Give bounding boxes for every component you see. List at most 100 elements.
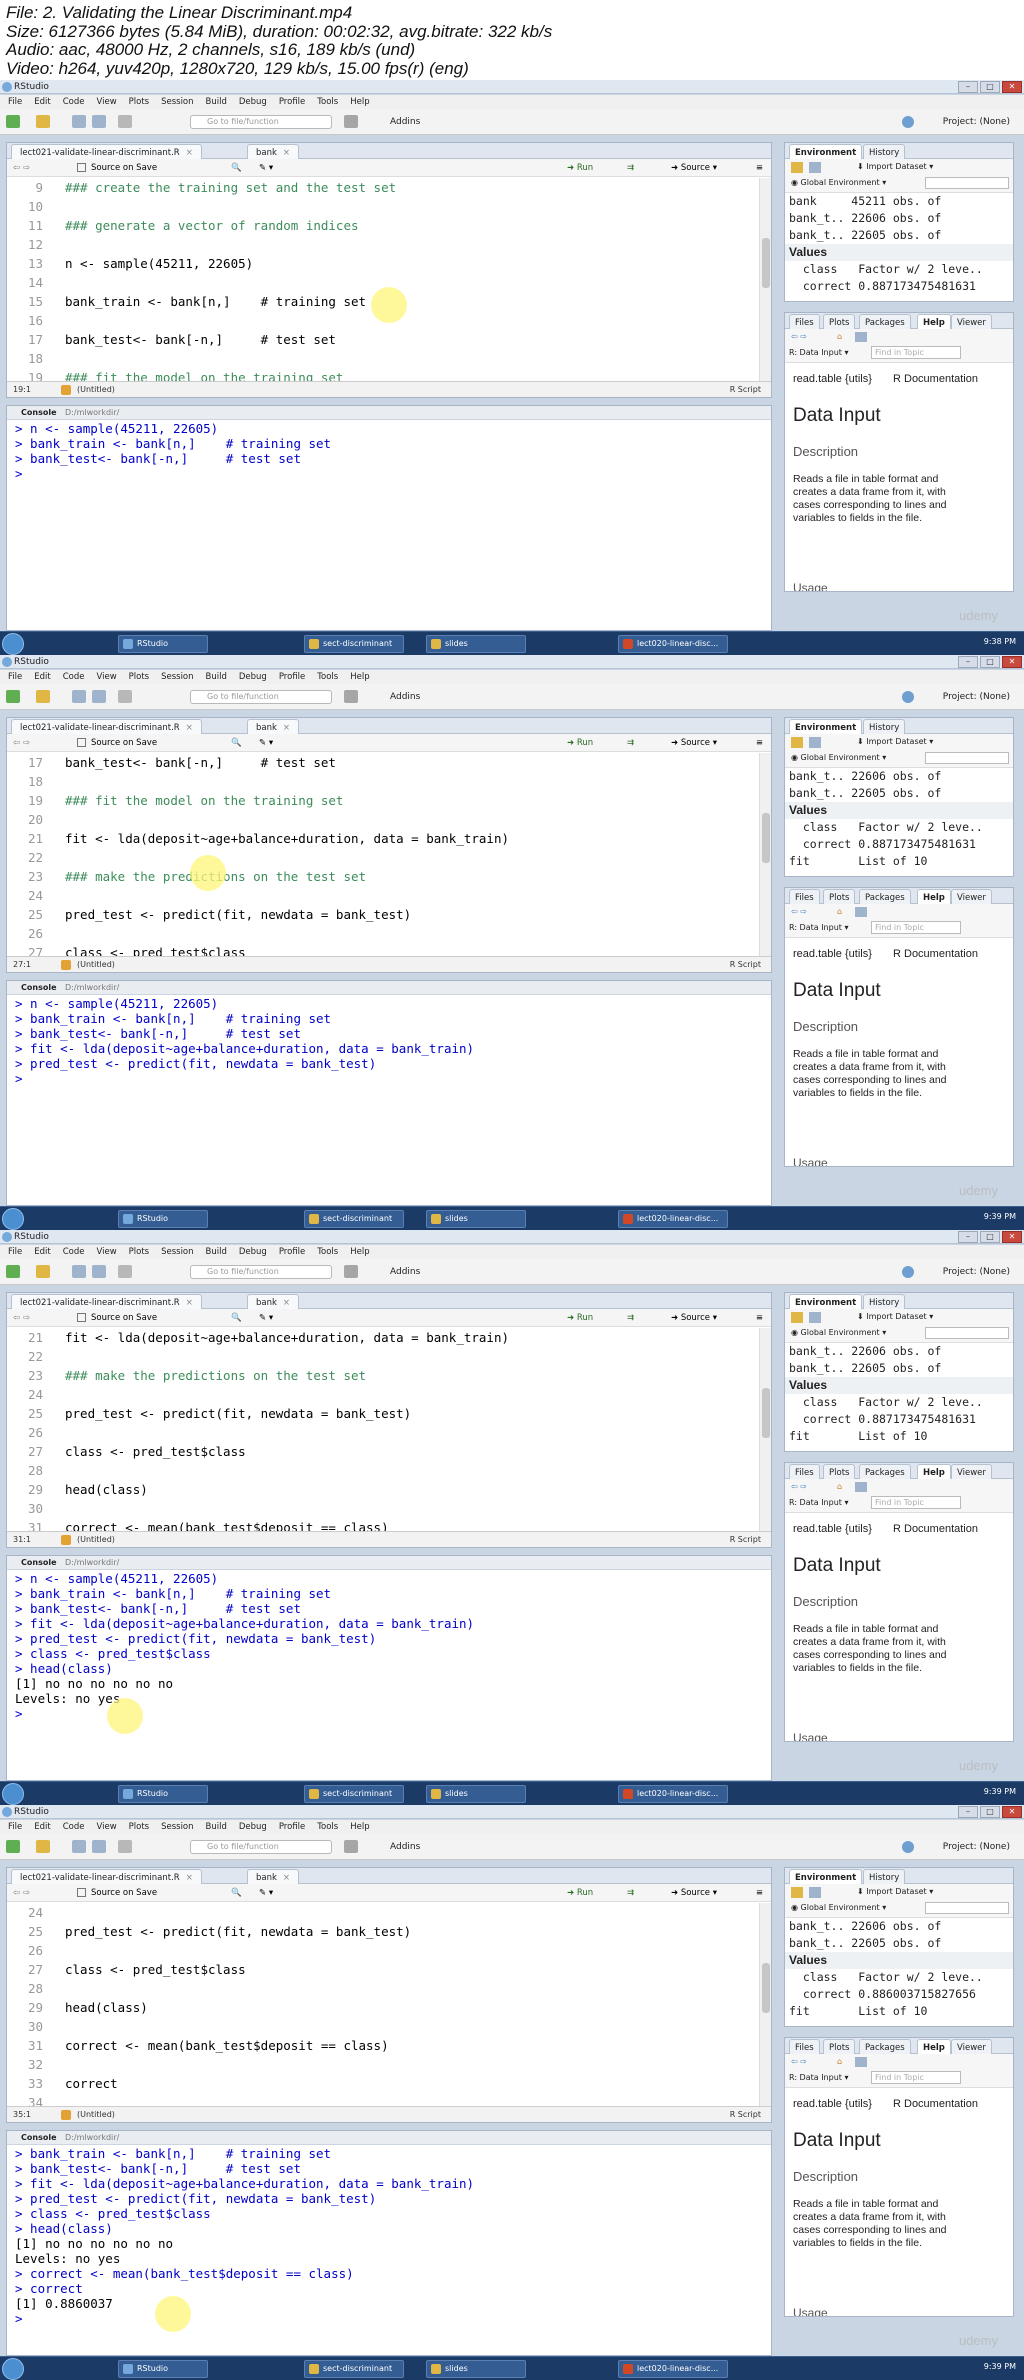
new-file-icon[interactable] (6, 1265, 20, 1278)
taskbar-powerpoint[interactable]: lect020-linear-disc... (618, 2360, 728, 2378)
taskbar-powerpoint[interactable]: lect020-linear-disc... (618, 635, 728, 653)
menu-plots[interactable]: Plots (129, 95, 149, 109)
menu-view[interactable]: View (96, 1245, 116, 1259)
help-topic-dropdown[interactable]: R: Data Input ▾ (789, 923, 848, 932)
grid-icon[interactable] (344, 1265, 358, 1278)
menu-code[interactable]: Code (63, 95, 85, 109)
environment-item[interactable]: bank 45211 obs. of (785, 193, 1013, 210)
load-workspace-icon[interactable] (791, 1312, 803, 1323)
menu-help[interactable]: Help (350, 1245, 369, 1259)
tab-bank[interactable]: bank × (247, 1294, 300, 1309)
menu-build[interactable]: Build (206, 1245, 227, 1259)
tab-help[interactable]: Help (917, 1464, 951, 1479)
menu-code[interactable]: Code (63, 1820, 85, 1834)
maximize-button[interactable]: □ (980, 81, 1000, 93)
close-button[interactable]: ✕ (1002, 1231, 1022, 1243)
environment-item[interactable]: class Factor w/ 2 leve.. (785, 1394, 1013, 1411)
tab-packages[interactable]: Packages (859, 314, 911, 329)
tab-script[interactable]: lect021-validate-linear-discriminant.R × (11, 1294, 202, 1309)
environment-item[interactable]: fit List of 10 (785, 1428, 1013, 1445)
goto-file-input[interactable]: Go to file/function (190, 1840, 332, 1854)
code-area[interactable]: 24 25 pred_test <- predict(fit, newdata = … (7, 1903, 757, 2106)
close-tab-icon[interactable]: × (186, 723, 193, 733)
menu-file[interactable]: File (8, 1820, 22, 1834)
back-arrow-icon[interactable]: ⇦ ⇨ (13, 159, 30, 177)
project-menu[interactable]: Project: (None) (943, 115, 1010, 129)
menu-profile[interactable]: Profile (279, 1245, 305, 1259)
menu-plots[interactable]: Plots (129, 670, 149, 684)
scope-label[interactable]: (Untitled) (77, 1532, 115, 1548)
save-all-icon[interactable] (92, 1840, 106, 1853)
rerun-icon[interactable]: ⇉ (627, 734, 634, 752)
menu-code[interactable]: Code (63, 1245, 85, 1259)
scope-label[interactable]: (Untitled) (77, 382, 115, 398)
taskbar-rstudio[interactable]: RStudio (118, 2360, 208, 2378)
taskbar-rstudio[interactable]: RStudio (118, 635, 208, 653)
tab-script[interactable]: lect021-validate-linear-discriminant.R × (11, 719, 202, 734)
menu-file[interactable]: File (8, 95, 22, 109)
scroll-thumb[interactable] (762, 238, 770, 288)
menu-file[interactable]: File (8, 1245, 22, 1259)
global-env-dropdown[interactable]: ◉ Global Environment ▾ (791, 1903, 886, 1912)
maximize-button[interactable]: □ (980, 656, 1000, 668)
environment-item[interactable]: correct 0.886003715827656 (785, 1986, 1013, 2003)
source-button[interactable]: ➜ Source ▾ (671, 1309, 717, 1327)
tab-bank[interactable]: bank × (247, 144, 300, 159)
close-button[interactable]: ✕ (1002, 656, 1022, 668)
tab-files[interactable]: Files (789, 2039, 820, 2054)
menu-tools[interactable]: Tools (317, 1245, 338, 1259)
tab-environment[interactable]: Environment (789, 1294, 863, 1309)
menu-tools[interactable]: Tools (317, 95, 338, 109)
save-workspace-icon[interactable] (809, 162, 821, 173)
menu-profile[interactable]: Profile (279, 95, 305, 109)
back-arrow-icon[interactable]: ⇦ ⇨ (13, 1309, 30, 1327)
global-env-dropdown[interactable]: ◉ Global Environment ▾ (791, 1328, 886, 1337)
source-on-save-checkbox[interactable] (77, 1313, 86, 1322)
source-button[interactable]: ➜ Source ▾ (671, 1884, 717, 1902)
menu-plots[interactable]: Plots (129, 1820, 149, 1834)
minimize-button[interactable]: – (958, 1231, 978, 1243)
addins-menu[interactable]: Addins (390, 690, 420, 704)
menu-build[interactable]: Build (206, 95, 227, 109)
help-home-icon[interactable]: ⌂ (837, 907, 842, 916)
find-in-topic-input[interactable]: Find in Topic (871, 921, 961, 934)
scope-label[interactable]: (Untitled) (77, 2107, 115, 2123)
save-all-icon[interactable] (92, 1265, 106, 1278)
load-workspace-icon[interactable] (791, 162, 803, 173)
file-type-label[interactable]: R Script (730, 957, 761, 973)
wand-icon[interactable]: ✎ ▾ (259, 734, 273, 752)
addins-menu[interactable]: Addins (390, 115, 420, 129)
environment-item[interactable]: bank_t.. 22605 obs. of (785, 785, 1013, 802)
minimize-button[interactable]: – (958, 1806, 978, 1818)
load-workspace-icon[interactable] (791, 737, 803, 748)
back-arrow-icon[interactable]: ⇦ ⇨ (13, 1884, 30, 1902)
console-output[interactable]: > bank_train <- bank[n,] # training set >… (15, 2146, 757, 2355)
tab-viewer[interactable]: Viewer (951, 1464, 992, 1479)
close-tab-icon[interactable]: × (283, 1298, 290, 1308)
run-button[interactable]: ➜ Run (567, 734, 593, 752)
goto-file-input[interactable]: Go to file/function (190, 690, 332, 704)
console-output[interactable]: > n <- sample(45211, 22605) > bank_train … (15, 421, 757, 630)
new-file-icon[interactable] (6, 1840, 20, 1853)
rerun-icon[interactable]: ⇉ (627, 1309, 634, 1327)
minimize-button[interactable]: – (958, 81, 978, 93)
load-workspace-icon[interactable] (791, 1887, 803, 1898)
close-tab-icon[interactable]: × (186, 1298, 193, 1308)
outline-icon[interactable]: ≡ (756, 159, 763, 177)
menu-session[interactable]: Session (161, 95, 193, 109)
help-topic-dropdown[interactable]: R: Data Input ▾ (789, 1498, 848, 1507)
print-icon[interactable] (118, 1265, 132, 1278)
code-area[interactable]: 9 ### create the training set and the tes… (7, 178, 757, 381)
tab-packages[interactable]: Packages (859, 1464, 911, 1479)
save-workspace-icon[interactable] (809, 1887, 821, 1898)
taskbar-slides[interactable]: slides (426, 2360, 526, 2378)
open-folder-icon[interactable] (36, 690, 50, 703)
tab-plots[interactable]: Plots (823, 889, 856, 904)
tab-history[interactable]: History (863, 1869, 906, 1884)
taskbar-slides[interactable]: slides (426, 635, 526, 653)
taskbar-powerpoint[interactable]: lect020-linear-disc... (618, 1210, 728, 1228)
help-back-icon[interactable]: ⇦ ⇨ (791, 1482, 807, 1491)
close-button[interactable]: ✕ (1002, 81, 1022, 93)
wand-icon[interactable]: ✎ ▾ (259, 159, 273, 177)
help-back-icon[interactable]: ⇦ ⇨ (791, 2057, 807, 2066)
